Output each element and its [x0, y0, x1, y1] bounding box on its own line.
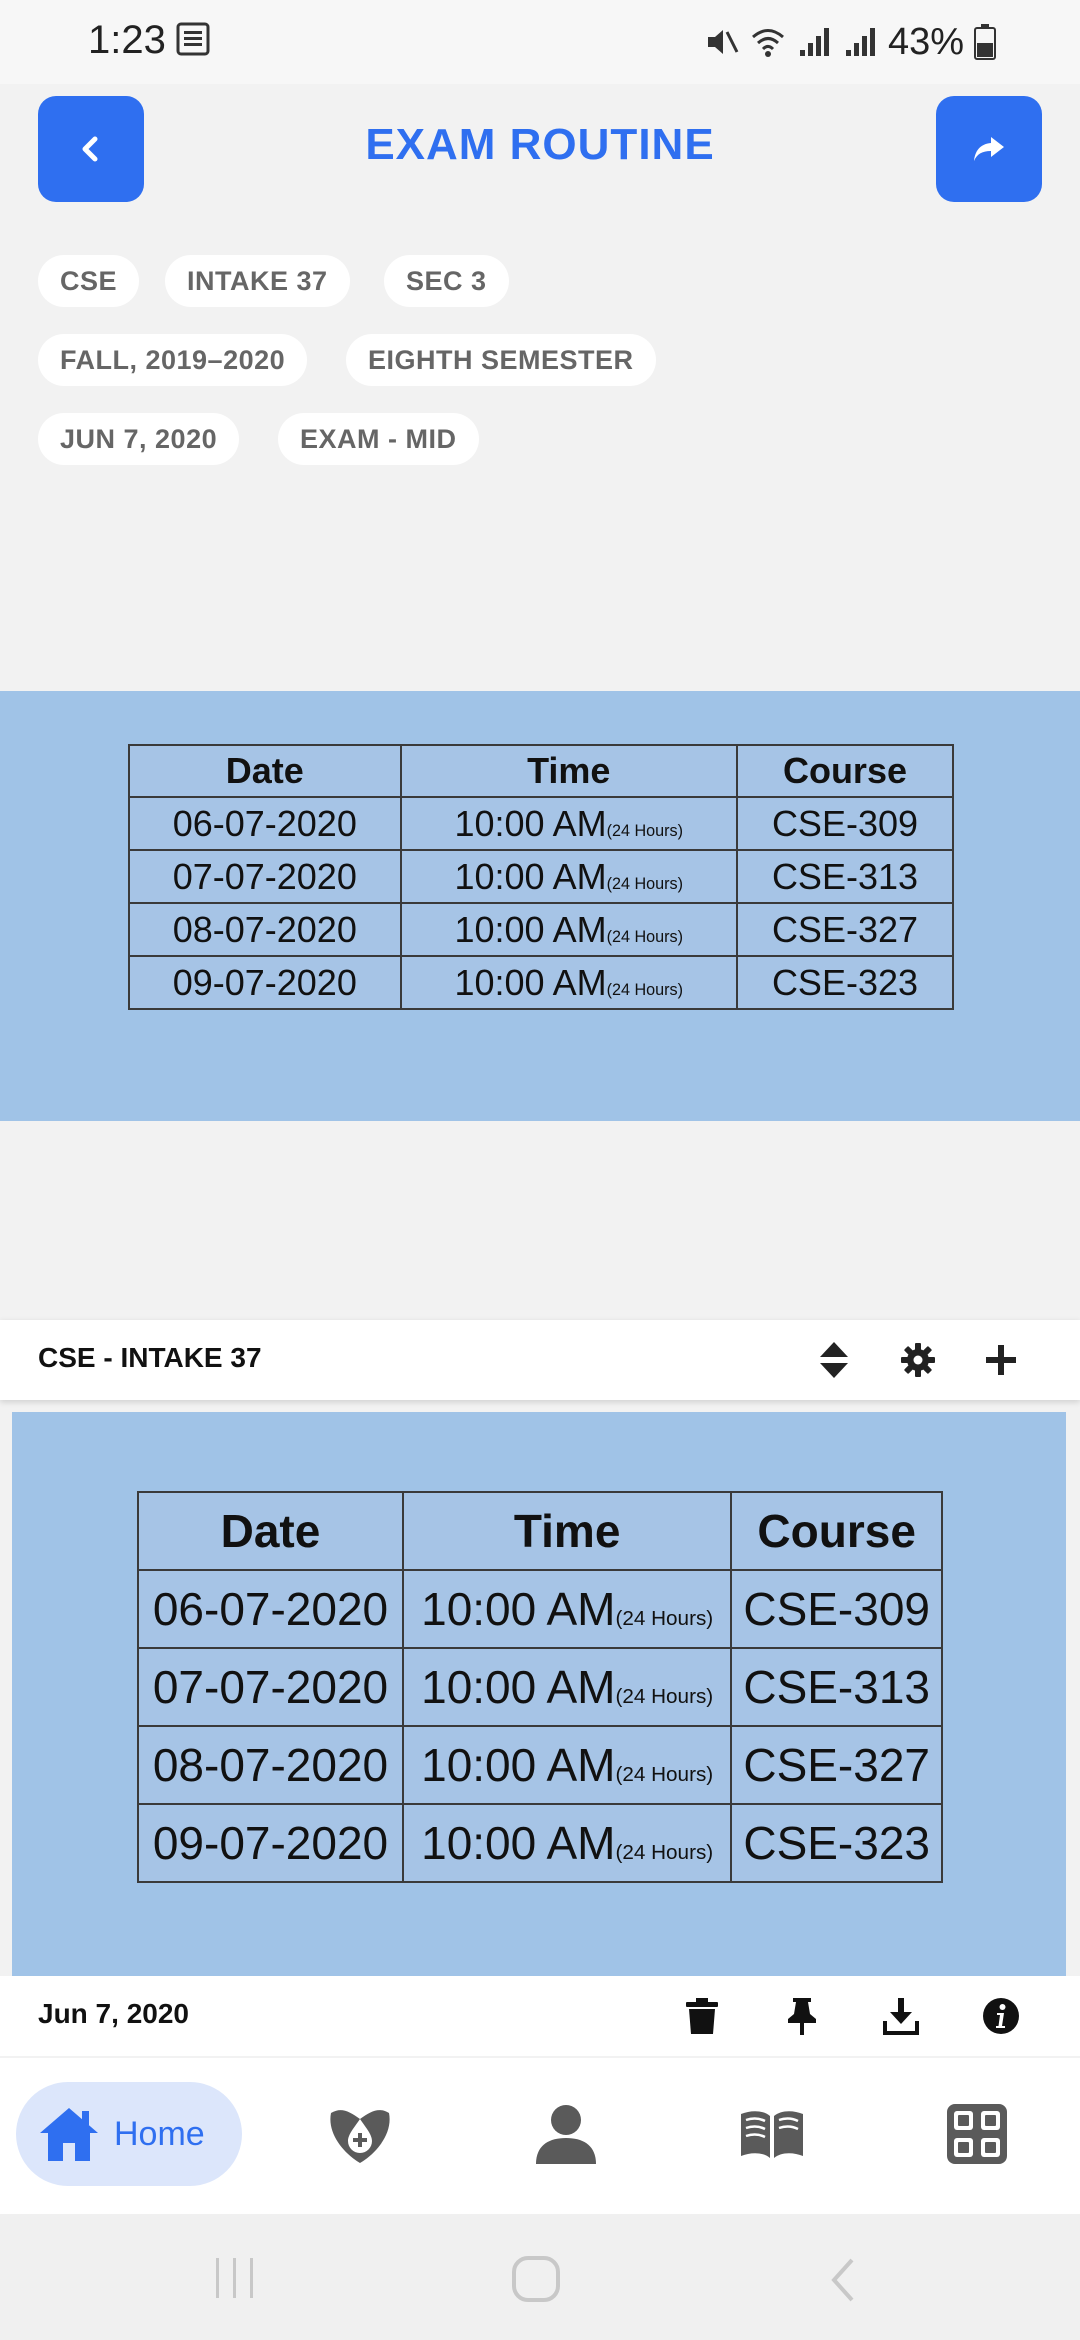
- table-row: 09-07-2020 10:00 AM(24 Hours) CSE-323: [137, 1803, 943, 1883]
- signal-icon: [799, 28, 829, 56]
- cell-time: 10:00 AM(24 Hours): [399, 902, 738, 957]
- nav-home-label: Home: [114, 2114, 205, 2153]
- header-date: Date: [128, 744, 402, 798]
- routine-table: Date Time Course 06-07-2020 10:00 AM(24 …: [128, 744, 955, 1010]
- home-icon: [40, 2108, 98, 2161]
- open-book-icon: [741, 2111, 803, 2158]
- download-button[interactable]: [879, 1994, 923, 2038]
- delete-button[interactable]: [680, 1994, 724, 2038]
- table-row: 07-07-2020 10:00 AM(24 Hours) CSE-313: [137, 1647, 943, 1727]
- nav-home[interactable]: Home: [16, 2082, 242, 2186]
- download-icon: [883, 1998, 919, 2035]
- card-footer: Jun 7, 2020: [0, 1976, 1080, 2056]
- trash-icon: [686, 1998, 718, 2034]
- cell-course: CSE-327: [735, 902, 955, 957]
- cell-course: CSE-313: [735, 849, 955, 904]
- add-button[interactable]: [979, 1338, 1023, 1382]
- header-course: Course: [730, 1491, 943, 1571]
- info-button[interactable]: [979, 1994, 1023, 2038]
- share-arrow-icon: [974, 137, 1004, 161]
- gear-icon: [901, 1343, 935, 1377]
- pin-button[interactable]: [780, 1994, 824, 2038]
- header-time: Time: [399, 744, 738, 798]
- nav-menu[interactable]: [941, 2098, 1013, 2170]
- header-time: Time: [401, 1491, 733, 1571]
- person-icon: [536, 2105, 596, 2164]
- cell-date: 07-07-2020: [137, 1647, 404, 1727]
- chip-exam-type: EXAM - MID: [278, 413, 479, 465]
- cell-time: 10:00 AM(24 Hours): [399, 849, 738, 904]
- bottom-nav: Home: [0, 2058, 1080, 2214]
- nav-courses[interactable]: [736, 2098, 808, 2170]
- card-header: CSE - INTAKE 37: [0, 1320, 1080, 1400]
- page-title: EXAM ROUTINE: [365, 120, 715, 169]
- plus-icon: [986, 1345, 1016, 1375]
- table-row: 09-07-2020 10:00 AM(24 Hours) CSE-323: [128, 955, 955, 1010]
- battery-percent: 43%: [887, 20, 964, 63]
- chip-section: SEC 3: [384, 255, 509, 307]
- cell-date: 09-07-2020: [137, 1803, 404, 1883]
- cell-time: 10:00 AM(24 Hours): [401, 1647, 733, 1727]
- cell-course: CSE-327: [730, 1725, 943, 1805]
- routine-table: Date Time Course 06-07-2020 10:00 AM(24 …: [137, 1491, 943, 1883]
- cell-course: CSE-323: [735, 955, 955, 1010]
- table-row: 06-07-2020 10:00 AM(24 Hours) CSE-309: [137, 1569, 943, 1649]
- nav-medical[interactable]: [324, 2098, 396, 2170]
- wifi-icon: [751, 29, 784, 57]
- chip-session: FALL, 2019–2020: [38, 334, 308, 386]
- cell-course: CSE-313: [730, 1647, 943, 1727]
- chip-date: JUN 7, 2020: [38, 413, 240, 465]
- table-row: 08-07-2020 10:00 AM(24 Hours) CSE-327: [137, 1725, 943, 1805]
- cell-time: 10:00 AM(24 Hours): [401, 1569, 733, 1649]
- pin-icon: [788, 1998, 816, 2035]
- status-time: 1:23: [88, 18, 166, 62]
- cell-course: CSE-309: [730, 1569, 943, 1649]
- card-title: CSE - INTAKE 37: [38, 1342, 262, 1373]
- sort-icon: [820, 1342, 848, 1378]
- cell-date: 06-07-2020: [128, 796, 402, 851]
- status-icons: 43%: [704, 18, 996, 66]
- table-row: 08-07-2020 10:00 AM(24 Hours) CSE-327: [128, 902, 955, 957]
- cell-date: 08-07-2020: [128, 902, 402, 957]
- chip-department: CSE: [38, 255, 140, 307]
- chip-intake: INTAKE 37: [165, 255, 350, 307]
- system-nav-bar: [0, 2214, 1080, 2340]
- signal-icon: [845, 28, 875, 56]
- home-system-icon[interactable]: [510, 2254, 562, 2304]
- table-row: 07-07-2020 10:00 AM(24 Hours) CSE-313: [128, 849, 955, 904]
- cell-course: CSE-309: [735, 796, 955, 851]
- info-icon: [983, 1998, 1019, 2034]
- mute-icon: [707, 30, 739, 54]
- cell-course: CSE-323: [730, 1803, 943, 1883]
- cell-time: 10:00 AM(24 Hours): [399, 955, 738, 1010]
- cell-time: 10:00 AM(24 Hours): [401, 1725, 733, 1805]
- settings-button[interactable]: [896, 1338, 940, 1382]
- back-system-icon[interactable]: [826, 2256, 858, 2304]
- header-course: Course: [735, 744, 955, 798]
- notification-doc-icon: [176, 22, 210, 56]
- cell-time: 10:00 AM(24 Hours): [401, 1803, 733, 1883]
- cell-date: 06-07-2020: [137, 1569, 404, 1649]
- battery-icon: [974, 24, 996, 60]
- cell-date: 09-07-2020: [128, 955, 402, 1010]
- health-drop-icon: [330, 2110, 390, 2163]
- recent-apps-icon[interactable]: [212, 2254, 258, 2302]
- cell-date: 07-07-2020: [128, 849, 402, 904]
- nav-profile[interactable]: [530, 2098, 602, 2170]
- cell-time: 10:00 AM(24 Hours): [399, 796, 738, 851]
- chip-semester: EIGHTH SEMESTER: [346, 334, 656, 386]
- share-button[interactable]: [936, 96, 1042, 202]
- grid-icon: [947, 2104, 1007, 2164]
- reorder-button[interactable]: [812, 1338, 856, 1382]
- cell-date: 08-07-2020: [137, 1725, 404, 1805]
- status-bar: 1:23 43%: [0, 0, 1080, 84]
- table-row: 06-07-2020 10:00 AM(24 Hours) CSE-309: [128, 796, 955, 851]
- header-date: Date: [137, 1491, 404, 1571]
- card-date: Jun 7, 2020: [38, 1998, 189, 2029]
